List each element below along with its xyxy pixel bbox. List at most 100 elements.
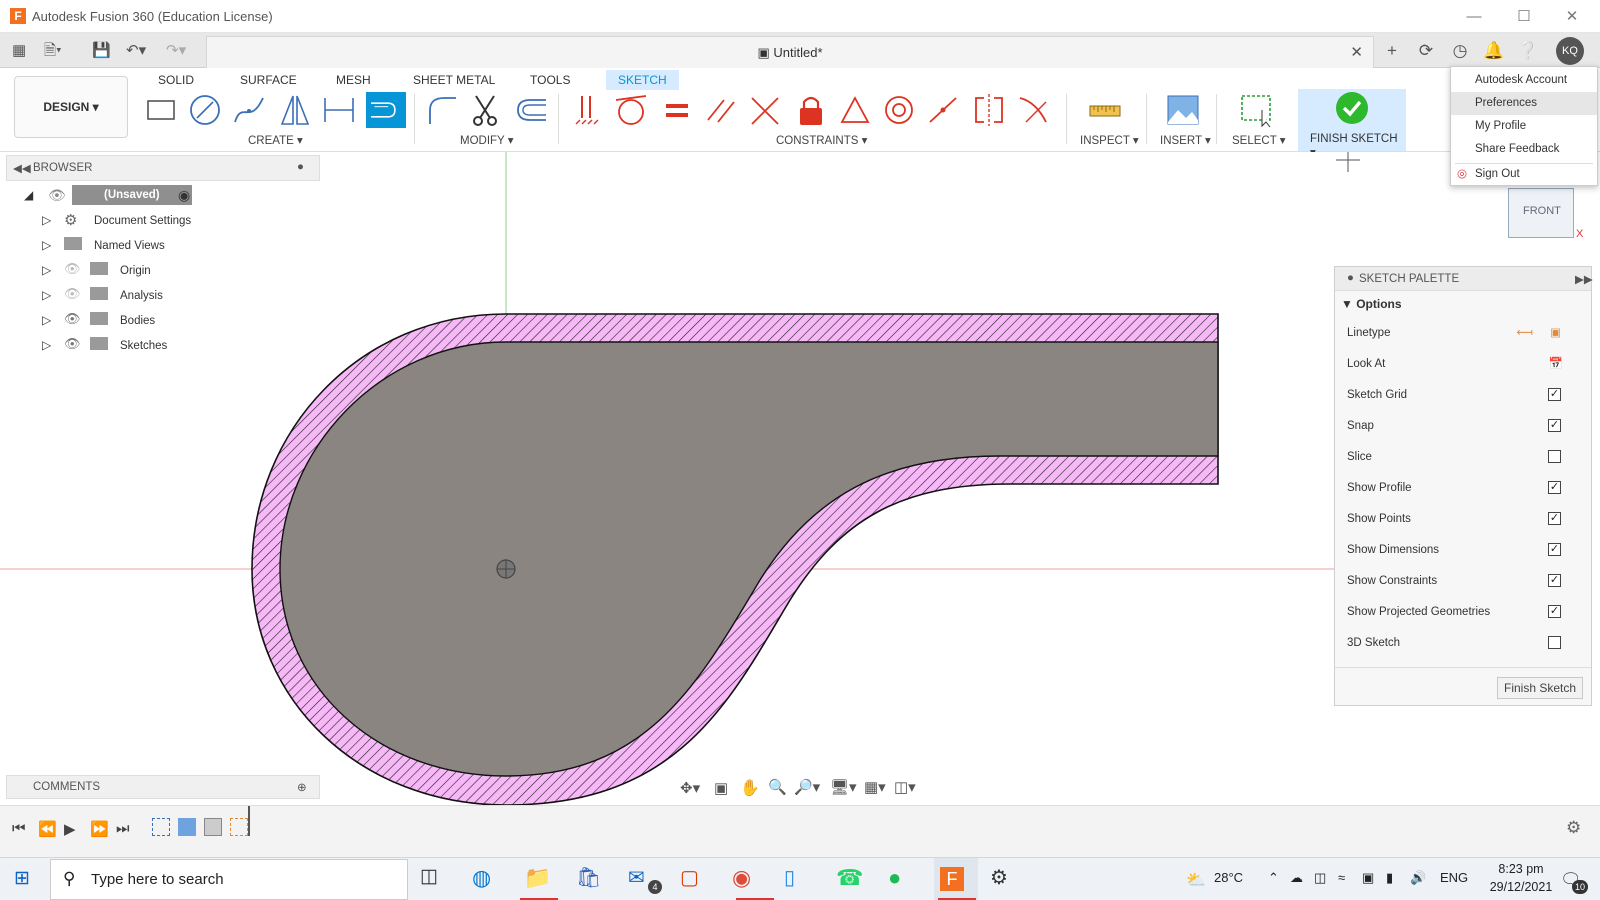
- data-panel-grid-icon[interactable]: ▦: [12, 40, 26, 62]
- palette-pin-icon[interactable]: ●: [1347, 272, 1354, 284]
- look-at-icon[interactable]: 📅: [1549, 353, 1563, 375]
- show-points-checkbox[interactable]: ✓: [1548, 512, 1561, 525]
- window-select-icon[interactable]: [1240, 92, 1274, 128]
- equal-constraint-icon[interactable]: [660, 92, 694, 128]
- menu-my-profile[interactable]: My Profile: [1451, 115, 1597, 138]
- step-forward-icon[interactable]: ⏩: [90, 820, 109, 838]
- microsoft-store-icon[interactable]: 🛍: [576, 865, 606, 895]
- close-window-button[interactable]: ✕: [1552, 6, 1592, 28]
- tab-mesh[interactable]: MESH: [336, 70, 371, 90]
- tab-sheet-metal[interactable]: SHEET METAL: [413, 70, 495, 90]
- display-settings-icon[interactable]: 🖥▾: [830, 778, 857, 796]
- hidden-eye-icon[interactable]: 👁: [64, 261, 81, 277]
- show-hidden-icons-chevron-icon[interactable]: ⌃: [1268, 870, 1279, 886]
- new-tab-plus-icon[interactable]: +: [1380, 39, 1404, 63]
- finish-sketch-button[interactable]: FINISH SKETCH ▾: [1298, 89, 1406, 159]
- expand-arrow-icon[interactable]: ▷: [42, 313, 51, 327]
- fit-zoom-icon[interactable]: 🔎▾: [794, 778, 820, 796]
- whatsapp-icon[interactable]: ☎: [836, 865, 866, 895]
- viewports-icon[interactable]: ◫▾: [894, 778, 916, 796]
- symmetry-constraint-icon[interactable]: [972, 92, 1006, 128]
- tab-tools[interactable]: TOOLS: [530, 70, 570, 90]
- show-dimensions-checkbox[interactable]: ✓: [1548, 543, 1561, 556]
- mirror-tool-icon[interactable]: [278, 92, 312, 128]
- activate-radio-icon[interactable]: ◉: [178, 187, 190, 204]
- office-icon[interactable]: ▢: [680, 865, 710, 895]
- finish-sketch-palette-button[interactable]: Finish Sketch: [1497, 677, 1583, 699]
- expand-arrow-icon[interactable]: ▷: [42, 238, 51, 252]
- concentric-constraint-icon[interactable]: [882, 92, 916, 128]
- grid-settings-icon[interactable]: ▦▾: [864, 778, 886, 796]
- timeline-active-sketch-icon[interactable]: [230, 818, 248, 836]
- browser-item-bodies[interactable]: ▷ 👁 Bodies: [20, 310, 320, 334]
- collapse-browser-icon[interactable]: ◀◀: [13, 161, 31, 175]
- workspace-switcher[interactable]: DESIGN ▾: [14, 76, 128, 138]
- device-icon[interactable]: ◫: [1314, 870, 1326, 886]
- task-view-icon[interactable]: ◫: [420, 865, 450, 895]
- expand-arrow-icon[interactable]: ▷: [42, 338, 51, 352]
- document-app-icon[interactable]: ▯: [784, 865, 814, 895]
- redo-icon[interactable]: ↷▾: [166, 40, 186, 62]
- browser-item-analysis[interactable]: ▷ 👁 Analysis: [20, 285, 320, 309]
- pan-hand-icon[interactable]: ✋: [740, 778, 760, 798]
- insert-image-icon[interactable]: [1166, 92, 1200, 128]
- timeline-feature-icon[interactable]: [204, 818, 222, 836]
- dimension-tool-icon[interactable]: [322, 92, 356, 128]
- clock-time[interactable]: 8:23 pm: [1484, 862, 1558, 876]
- 3d-sketch-checkbox[interactable]: [1548, 636, 1561, 649]
- sketch-palette-header[interactable]: ● SKETCH PALETTE ▶▶: [1335, 267, 1593, 291]
- options-section-toggle[interactable]: ▼ Options: [1341, 297, 1402, 311]
- maximize-button[interactable]: ☐: [1504, 6, 1544, 28]
- hidden-eye-icon[interactable]: 👁: [64, 286, 81, 302]
- windows-start-icon[interactable]: ⊞: [14, 867, 30, 890]
- taskbar-search-box[interactable]: ⚲ Type here to search: [50, 859, 408, 900]
- snap-checkbox[interactable]: ✓: [1548, 419, 1561, 432]
- weather-temp[interactable]: 28°C: [1214, 870, 1243, 885]
- trim-scissors-icon[interactable]: [468, 92, 502, 128]
- user-avatar[interactable]: KQ: [1556, 37, 1584, 65]
- visibility-eye-icon[interactable]: 👁: [48, 187, 66, 204]
- viewcube[interactable]: FRONT: [1508, 188, 1574, 238]
- browser-item-document-settings[interactable]: ▷ ⚙ Document Settings: [20, 210, 320, 234]
- save-icon[interactable]: 💾: [92, 40, 111, 62]
- select-group-label[interactable]: SELECT ▾: [1232, 133, 1286, 147]
- slice-checkbox[interactable]: [1548, 450, 1561, 463]
- zoom-icon[interactable]: 🔍: [768, 778, 787, 796]
- menu-share-feedback[interactable]: Share Feedback: [1451, 138, 1597, 161]
- close-tab-icon[interactable]: ✕: [1350, 43, 1363, 61]
- inspect-group-label[interactable]: INSPECT ▾: [1080, 133, 1139, 147]
- look-at-icon[interactable]: ▣: [714, 779, 728, 797]
- browser-panel-header[interactable]: ◀◀ BROWSER ●: [6, 155, 320, 181]
- chrome-icon[interactable]: ◉: [732, 865, 762, 895]
- tab-surface[interactable]: SURFACE: [240, 70, 297, 90]
- show-projected-geometries-checkbox[interactable]: ✓: [1548, 605, 1561, 618]
- job-status-icon[interactable]: ◷: [1448, 39, 1472, 63]
- play-icon[interactable]: ▶: [64, 820, 76, 838]
- construction-linetype-icon[interactable]: ⟻: [1517, 322, 1534, 344]
- minimize-button[interactable]: —: [1454, 6, 1494, 28]
- perpendicular-constraint-icon[interactable]: [748, 92, 782, 128]
- spotify-icon[interactable]: ●: [888, 865, 918, 895]
- midpoint-constraint-icon[interactable]: [926, 92, 960, 128]
- browser-item-named-views[interactable]: ▷ Named Views: [20, 235, 320, 259]
- browser-item-sketches[interactable]: ▷ 👁 Sketches: [20, 335, 320, 359]
- sketch-grid-checkbox[interactable]: ✓: [1548, 388, 1561, 401]
- tab-sketch[interactable]: SKETCH: [606, 70, 679, 90]
- expand-arrow-icon[interactable]: ▷: [42, 288, 51, 302]
- measure-ruler-icon[interactable]: [1088, 92, 1122, 128]
- lock-constraint-icon[interactable]: [794, 92, 828, 128]
- settings-gear-icon[interactable]: ⚙: [990, 865, 1020, 895]
- help-icon[interactable]: ❔: [1516, 39, 1540, 63]
- visibility-eye-icon[interactable]: 👁: [64, 336, 81, 352]
- step-back-icon[interactable]: ⏪: [38, 820, 57, 838]
- volume-icon[interactable]: 🔊: [1410, 870, 1426, 886]
- visibility-eye-icon[interactable]: 👁: [64, 311, 81, 327]
- browser-pin-icon[interactable]: ●: [297, 161, 304, 173]
- browser-item-origin[interactable]: ▷ 👁 Origin: [20, 260, 320, 284]
- cloud-sync-icon[interactable]: ☁: [1290, 870, 1303, 886]
- show-profile-checkbox[interactable]: ✓: [1548, 481, 1561, 494]
- constraints-group-label[interactable]: CONSTRAINTS ▾: [776, 133, 867, 147]
- triangle-constraint-icon[interactable]: [838, 92, 872, 128]
- comments-panel-header[interactable]: COMMENTS ⊕: [6, 775, 320, 799]
- timeline-marker[interactable]: [248, 806, 250, 836]
